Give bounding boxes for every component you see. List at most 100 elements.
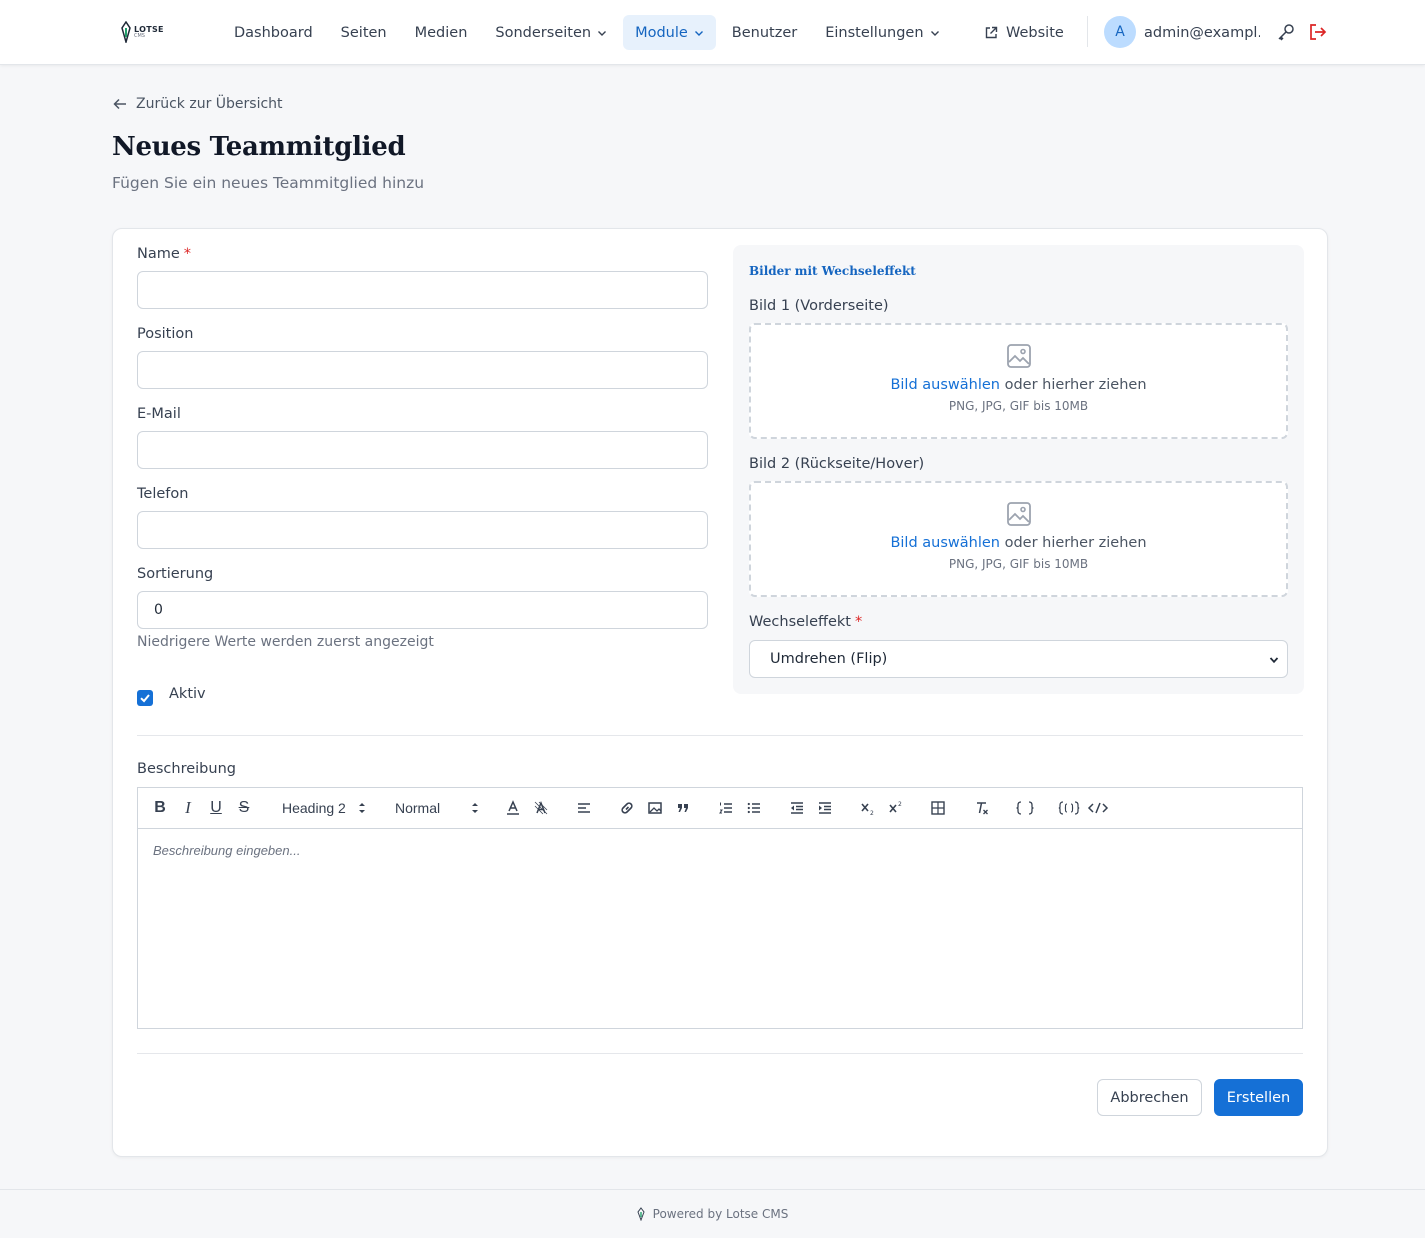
chevron-down-icon [598, 30, 607, 36]
phone-input[interactable] [137, 511, 708, 549]
user-email[interactable]: admin@exampl... [1144, 15, 1260, 50]
image-icon [648, 802, 662, 814]
sort-arrows-icon [359, 803, 365, 813]
external-link-icon [985, 26, 998, 38]
editor-toolbar: B I U S Heading 2 Normal 2 2 [138, 788, 1302, 829]
link-button[interactable] [617, 798, 637, 818]
nav-einstellungen[interactable]: Einstellungen [813, 15, 951, 50]
team-member-form: Name * Position E-Mail Telefon Sortierung… [112, 228, 1328, 1157]
outdent-icon [791, 802, 803, 814]
sort-input[interactable] [137, 591, 708, 629]
italic-button[interactable]: I [178, 798, 198, 818]
underline-button[interactable]: U [206, 798, 226, 818]
bullet-list-button[interactable] [744, 798, 764, 818]
flip-images-panel: Bilder mit Wechseleffekt Bild 1 (Vorders… [733, 245, 1304, 694]
image1-select-link[interactable]: Bild auswählen [890, 377, 1000, 393]
sort-label: Sortierung [137, 566, 214, 582]
image2-select-link[interactable]: Bild auswählen [890, 535, 1000, 551]
text-color-icon [507, 800, 519, 815]
page-title: Neues Teammitglied [112, 132, 406, 162]
superscript-button[interactable]: 2 [886, 798, 906, 818]
strike-button[interactable]: S [234, 798, 254, 818]
ordered-list-button[interactable] [716, 798, 736, 818]
nav-medien[interactable]: Medien [403, 15, 480, 50]
highlight-color-icon [534, 800, 548, 815]
table-button[interactable] [928, 798, 948, 818]
lotse-cms-logo[interactable]: LOTSE CMS [120, 20, 164, 44]
logo-text-sub: CMS [134, 32, 145, 39]
code-braces-icon [1016, 801, 1034, 815]
superscript-icon: 2 [889, 801, 902, 813]
html-code-icon [1087, 802, 1109, 814]
active-label[interactable]: Aktiv [169, 686, 206, 702]
subscript-button[interactable]: 2 [858, 798, 878, 818]
size-select[interactable]: Normal [395, 798, 479, 818]
effect-select[interactable]: Umdrehen (Flip) [749, 640, 1288, 678]
link-icon [621, 802, 633, 814]
placeholder-button[interactable] [1058, 798, 1080, 818]
email-label: E-Mail [137, 406, 181, 422]
nav-module[interactable]: Module [623, 15, 716, 50]
logo-pin-icon [121, 21, 131, 43]
align-button[interactable] [574, 798, 594, 818]
nav-dashboard[interactable]: Dashboard [222, 15, 325, 50]
website-link[interactable]: Website [984, 15, 1064, 50]
footer-divider [137, 1053, 1303, 1054]
page-subtitle: Fügen Sie ein neues Teammitglied hinzu [112, 174, 425, 192]
svg-text:2: 2 [870, 810, 874, 816]
image1-label: Bild 1 (Vorderseite) [749, 298, 889, 314]
blockquote-button[interactable] [673, 798, 693, 818]
change-password-button[interactable] [1276, 22, 1296, 42]
outdent-button[interactable] [787, 798, 807, 818]
back-to-overview-link[interactable]: Zurück zur Übersicht [112, 96, 283, 112]
indent-icon [819, 802, 831, 814]
heading-select[interactable]: Heading 2 [282, 798, 366, 818]
header-divider [1087, 16, 1088, 47]
images-panel-title: Bilder mit Wechseleffekt [749, 264, 916, 278]
sort-arrows-icon [472, 803, 478, 813]
code-block-button[interactable] [1015, 798, 1035, 818]
user-avatar[interactable]: A [1104, 16, 1136, 48]
create-button[interactable]: Erstellen [1214, 1079, 1303, 1116]
name-input[interactable] [137, 271, 708, 309]
active-checkbox[interactable] [137, 690, 153, 706]
position-input[interactable] [137, 351, 708, 389]
image2-hint: PNG, JPG, GIF bis 10MB [948, 557, 1089, 571]
nav-seiten[interactable]: Seiten [329, 15, 399, 50]
top-navigation-bar: LOTSE CMS Dashboard Seiten Medien Sonder… [0, 0, 1425, 65]
description-label: Beschreibung [137, 761, 236, 777]
sort-hint: Niedrigere Werte werden zuerst angezeigt [137, 634, 434, 650]
powered-by-text: Powered by Lotse CMS [652, 1207, 789, 1221]
variable-braces-icon [1058, 801, 1080, 815]
nav-benutzer[interactable]: Benutzer [720, 15, 809, 50]
cancel-button[interactable]: Abbrechen [1097, 1079, 1202, 1116]
clear-format-button[interactable] [972, 798, 992, 818]
ordered-list-icon [719, 802, 732, 814]
image-icon [1006, 344, 1031, 368]
bold-button[interactable]: B [150, 798, 170, 818]
quote-icon [678, 804, 688, 812]
section-divider [137, 735, 1303, 736]
background-color-button[interactable] [531, 798, 551, 818]
source-code-button[interactable] [1087, 798, 1109, 818]
svg-text:2: 2 [898, 801, 902, 808]
text-color-button[interactable] [503, 798, 523, 818]
key-icon [1278, 24, 1294, 41]
image2-dropzone[interactable]: Bild auswählen oder hierher ziehen PNG, … [749, 481, 1288, 597]
image-button[interactable] [645, 798, 665, 818]
logout-button[interactable] [1308, 22, 1328, 42]
checkmark-icon [140, 694, 150, 703]
indent-button[interactable] [815, 798, 835, 818]
email-input[interactable] [137, 431, 708, 469]
logout-icon [1310, 24, 1327, 40]
image-icon [1006, 502, 1031, 526]
clear-format-icon [977, 802, 988, 815]
main-nav: Dashboard Seiten Medien Sonderseiten Mod… [222, 15, 956, 50]
image1-dropzone[interactable]: Bild auswählen oder hierher ziehen PNG, … [749, 323, 1288, 439]
nav-sonderseiten[interactable]: Sonderseiten [483, 15, 619, 50]
image2-label: Bild 2 (Rückseite/Hover) [749, 456, 925, 472]
align-left-icon [578, 803, 590, 813]
subscript-icon: 2 [861, 803, 874, 816]
name-label: Name * [137, 246, 192, 262]
editor-content[interactable]: Beschreibung eingeben... [153, 843, 300, 858]
